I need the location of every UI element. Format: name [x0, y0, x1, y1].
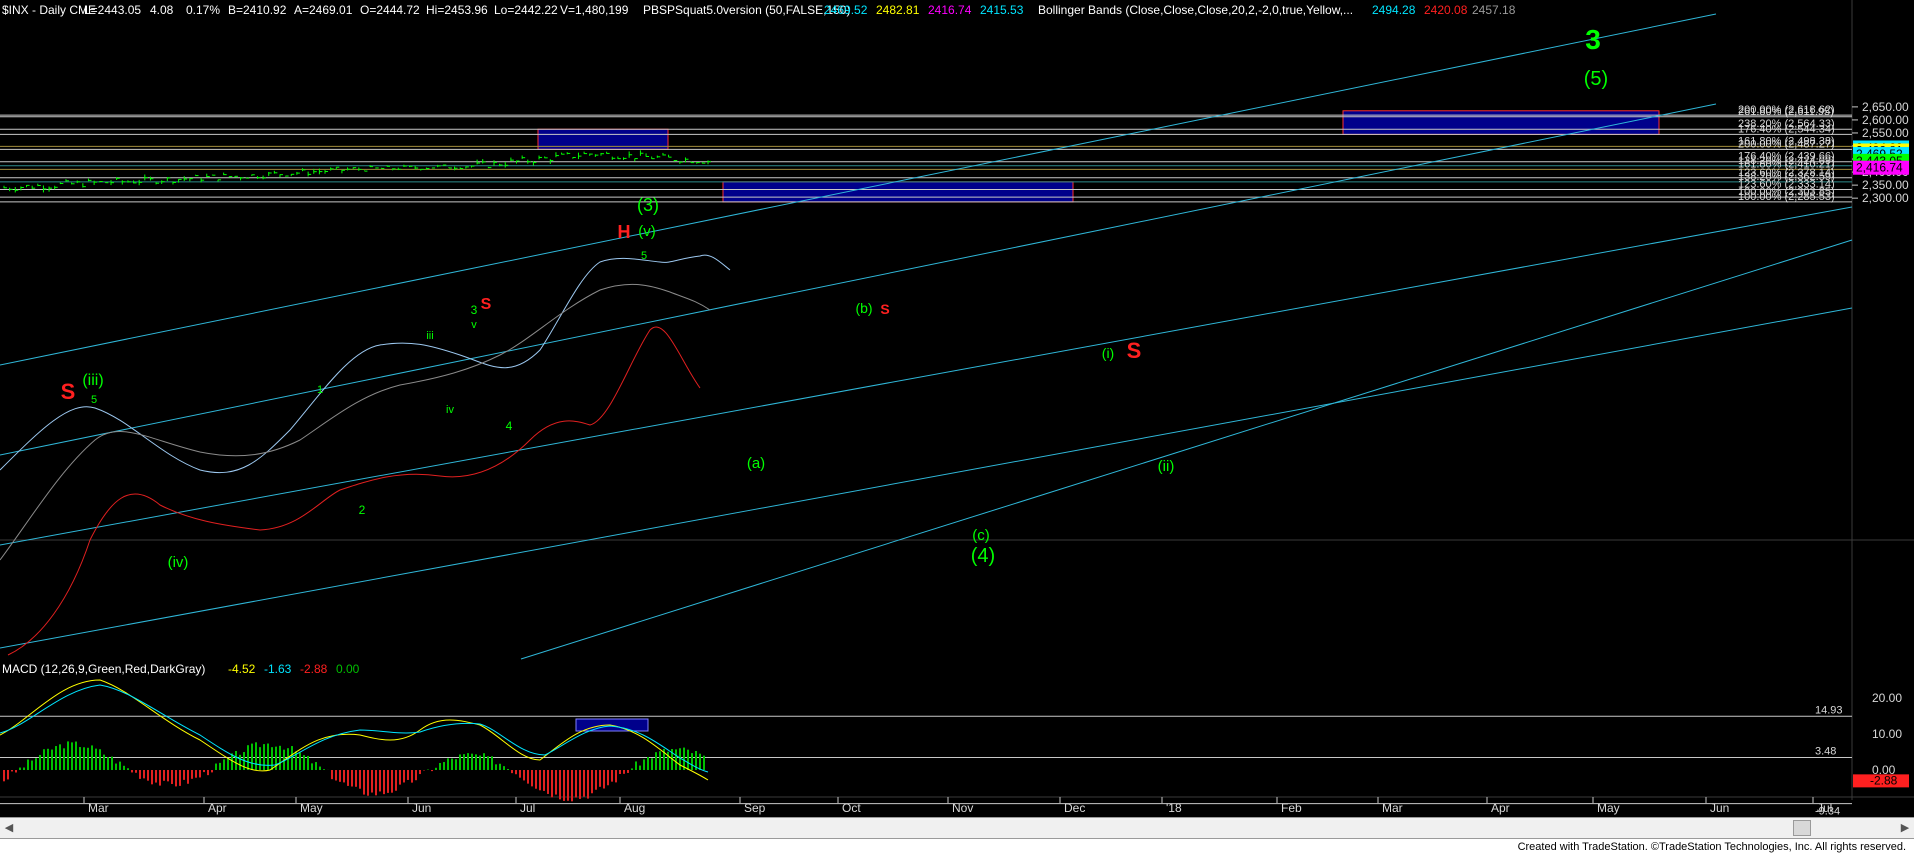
header-item: $INX - Daily CME: [2, 3, 96, 17]
header-item: 0.17%: [186, 3, 220, 17]
wave-label: (ii): [1158, 458, 1175, 475]
wave-label: iv: [446, 404, 454, 416]
price-axis-label: 2,600.00: [1862, 113, 1909, 127]
macd-level-label: 14.93: [1815, 704, 1843, 716]
header-item: 4.08: [150, 3, 174, 17]
footer: Created with TradeStation. ©TradeStation…: [0, 839, 1914, 856]
header-item: V=1,480,199: [560, 3, 629, 17]
time-axis-label: Jun: [1710, 801, 1729, 815]
price-axis-label: 2,300.00: [1862, 191, 1909, 205]
header-item: L=2443.05: [84, 3, 141, 17]
wave-label: (b): [855, 300, 872, 316]
header-item: 2416.74: [928, 3, 972, 17]
wave-label: (a): [747, 455, 765, 472]
wave-label: (iii): [82, 372, 103, 389]
macd-tag-text: -2.88: [1870, 773, 1898, 787]
wave-label: (4): [971, 545, 995, 567]
header-item: Bollinger Bands (Close,Close,Close,20,2,…: [1038, 3, 1353, 17]
price-tags: 2,494.282,482.812,469.522,443.052,416.74: [1853, 140, 1909, 175]
footer-copyright: Created with TradeStation. ©TradeStation…: [1517, 841, 1906, 853]
scrollbar-thumb[interactable]: [1793, 820, 1811, 836]
time-axis-label: Nov: [952, 801, 973, 815]
fib-level-label: 176.40% (2,544.34): [1738, 123, 1835, 135]
header-item: 2415.53: [980, 3, 1024, 17]
wave-label: H: [618, 222, 631, 242]
wave-label: 1: [317, 384, 323, 396]
wave-label: 4: [506, 419, 513, 433]
time-axis-label: Jun: [412, 801, 431, 815]
time-axis-label: May: [300, 801, 323, 815]
fib-level-label: 100.00% (2,285.53): [1738, 191, 1835, 203]
macd-level-label: 3.48: [1815, 745, 1836, 757]
wave-label: 3: [1585, 24, 1601, 55]
time-axis-label: Dec: [1064, 801, 1085, 815]
target-box: [722, 181, 1074, 203]
macd-axis-label: 10.00: [1872, 727, 1902, 741]
wave-label: (iv): [168, 554, 189, 571]
wave-label: (i): [1102, 345, 1114, 361]
wave-label: 5: [91, 394, 97, 406]
chart-area: 200.00% (2,618.62)261.80% (2,611.95)238.…: [0, 0, 1914, 817]
price-axis-label: 2,350.00: [1862, 178, 1909, 192]
header-item: 2420.08: [1424, 3, 1468, 17]
wave-label: S: [880, 301, 889, 317]
wave-label: (c): [972, 527, 990, 544]
macd-header-item: -2.88: [300, 662, 328, 676]
chart-header: $INX - Daily CMEL=2443.05 4.08 0.17% B=2410…: [2, 3, 1516, 17]
header-item: PBSPSquat5.0version (50,FALSE,150): [643, 3, 850, 17]
header-item: Lo=2442.22: [494, 3, 558, 17]
header-item: 2482.81: [876, 3, 920, 17]
macd-header-item: -4.52: [228, 662, 256, 676]
wave-label: (v): [638, 223, 656, 240]
macd-axis-label: 20.00: [1872, 691, 1902, 705]
header-item: 2469.52: [824, 3, 868, 17]
fib-level-label: 261.80% (2,611.95): [1738, 106, 1834, 118]
time-axis-label: '18: [1166, 801, 1182, 815]
scroll-right-icon[interactable]: ▶: [1898, 821, 1912, 835]
time-axis-label: Jul: [1817, 801, 1832, 815]
time-scrollbar[interactable]: ◀ ▶: [0, 817, 1914, 839]
target-box: [1342, 110, 1660, 135]
wave-label: 2: [359, 503, 366, 517]
macd-header-item: 0.00: [336, 662, 360, 676]
wave-label: v: [471, 319, 477, 331]
wave-label: (3): [637, 195, 659, 215]
header-item: 2494.28: [1372, 3, 1416, 17]
time-axis-label: Mar: [1382, 801, 1403, 815]
time-axis-label: Apr: [208, 801, 227, 815]
header-item: O=2444.72: [360, 3, 420, 17]
wave-label: S: [481, 296, 492, 313]
time-axis-label: Aug: [624, 801, 645, 815]
header-item: Hi=2453.96: [426, 3, 488, 17]
macd-header-item: -1.63: [264, 662, 292, 676]
price-axis-label: 2,550.00: [1862, 126, 1909, 140]
time-axis-label: Oct: [842, 801, 861, 815]
fib-level-label: 200.00% (2,487.27): [1738, 138, 1835, 150]
macd-header-item: MACD (12,26,9,Green,Red,DarkGray): [2, 662, 205, 676]
time-axis-label: Apr: [1491, 801, 1510, 815]
wave-label: 3: [471, 303, 478, 317]
header-item: B=2410.92: [228, 3, 287, 17]
time-axis-label: Jul: [520, 801, 535, 815]
price-tag-text: 2,416.74: [1856, 161, 1903, 175]
scroll-left-icon[interactable]: ◀: [2, 821, 16, 835]
wave-label: S: [1127, 338, 1142, 363]
time-axis-label: May: [1597, 801, 1620, 815]
wave-label: (5): [1584, 68, 1608, 90]
header-item: 2457.18: [1472, 3, 1516, 17]
wave-label: S: [61, 379, 76, 404]
time-axis-label: Mar: [88, 801, 109, 815]
wave-label: 5: [641, 250, 647, 262]
time-axis-label: Feb: [1281, 801, 1302, 815]
header-item: A=2469.01: [294, 3, 353, 17]
time-axis-label: Sep: [744, 801, 766, 815]
price-axis-label: 2,650.00: [1862, 100, 1909, 114]
wave-label: iii: [426, 330, 433, 342]
